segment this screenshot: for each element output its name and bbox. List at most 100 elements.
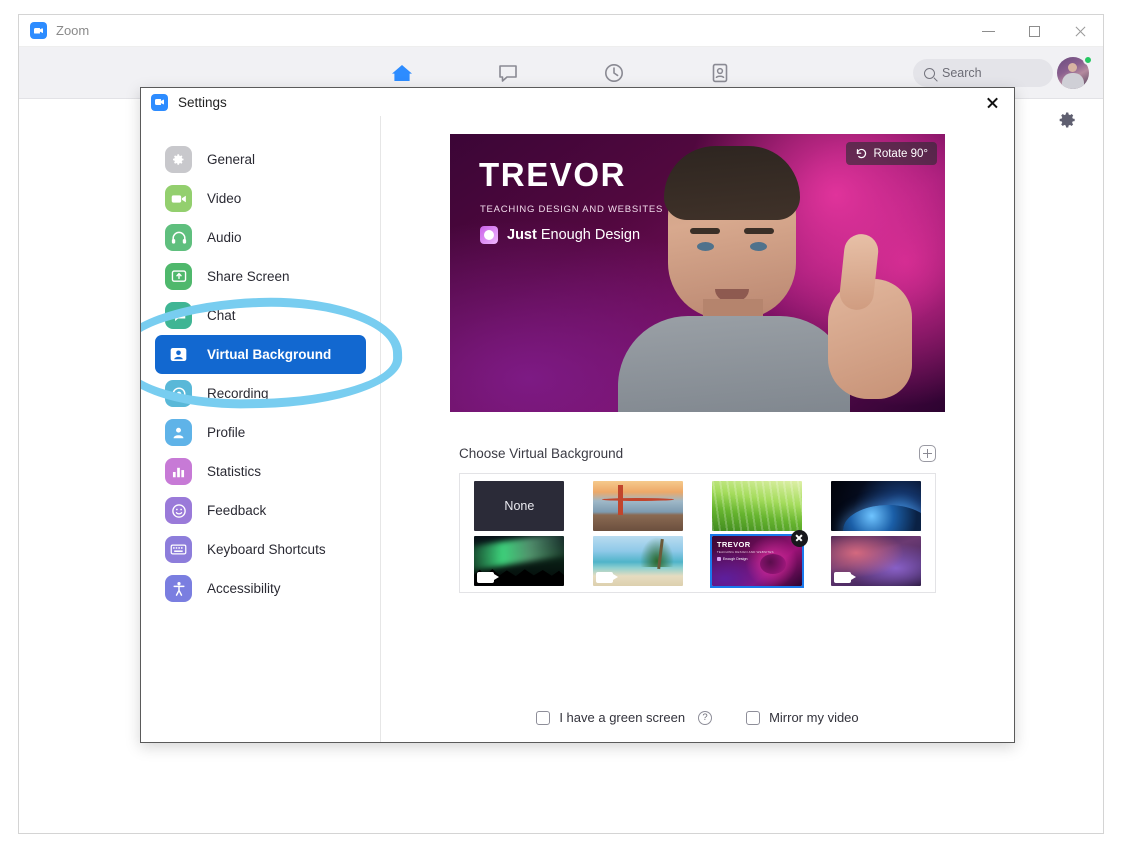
sidebar-item-virtual-background[interactable]: Virtual Background: [155, 335, 366, 374]
thumb-decor-blob: [760, 554, 786, 574]
sidebar-item-profile[interactable]: Profile: [155, 413, 366, 452]
brand-rest: Enough Design: [537, 227, 640, 243]
mirror-video-option[interactable]: Mirror my video: [746, 710, 859, 725]
rotate-icon: [855, 147, 868, 160]
background-thumb-earth-space[interactable]: [831, 481, 921, 531]
sidebar-item-share-screen[interactable]: Share Screen: [155, 257, 366, 296]
preview-overlay-name: TREVOR: [479, 156, 626, 194]
thumb-brand-text: Enough Design: [723, 557, 748, 561]
minimize-icon: [982, 31, 995, 32]
thumb-art: [831, 481, 921, 531]
home-icon: [390, 61, 414, 85]
sidebar-item-label: Statistics: [207, 464, 261, 479]
settings-dialog: Settings General Video: [140, 87, 1015, 743]
search-icon: [924, 68, 935, 79]
sidebar-item-accessibility[interactable]: Accessibility: [155, 569, 366, 608]
thumb-surface: [712, 481, 802, 531]
thumb-surface: None: [474, 481, 564, 531]
sidebar-item-chat[interactable]: Chat: [155, 296, 366, 335]
thumb-art: [593, 481, 683, 531]
footer-options: I have a green screen ? Mirror my video: [381, 710, 1014, 725]
close-icon: [1074, 25, 1087, 38]
thumb-surface: TREVOR TEACHING DESIGN AND WEBSITES Enou…: [712, 536, 802, 586]
thumb-none-label: None: [504, 499, 534, 513]
sidebar-item-audio[interactable]: Audio: [155, 218, 366, 257]
settings-close-button[interactable]: [970, 88, 1014, 116]
preview-shirt: [618, 316, 850, 412]
accessibility-icon: [165, 575, 192, 602]
sidebar-item-statistics[interactable]: Statistics: [155, 452, 366, 491]
preview-person-hair: [664, 146, 800, 220]
background-thumb-nebula-video[interactable]: [831, 536, 921, 586]
background-thumb-beach-video[interactable]: [593, 536, 683, 586]
preview-eye-right: [750, 242, 767, 251]
person-icon: [165, 419, 192, 446]
share-screen-icon: [165, 263, 192, 290]
sidebar-item-label: Share Screen: [207, 269, 290, 284]
zoom-titlebar: Zoom: [19, 15, 1103, 47]
headphones-icon: [165, 224, 192, 251]
sidebar-item-label: Accessibility: [207, 581, 281, 596]
preview-brow-left: [690, 228, 720, 234]
delete-background-button[interactable]: [791, 530, 808, 547]
main-settings-gear-button[interactable]: [1055, 107, 1081, 133]
virtual-background-panel: TREVOR TEACHING DESIGN AND WEBSITES Just…: [381, 116, 1014, 742]
background-thumb-grass[interactable]: [712, 481, 802, 531]
background-thumb-golden-gate[interactable]: [593, 481, 683, 531]
video-camera-icon: [165, 185, 192, 212]
background-thumb-aurora-video[interactable]: [474, 536, 564, 586]
background-thumb-none[interactable]: None: [474, 481, 564, 531]
zoom-camera-icon: [30, 22, 47, 39]
person-card-icon: [165, 341, 192, 368]
green-screen-option[interactable]: I have a green screen ?: [536, 710, 712, 725]
window-title: Zoom: [56, 23, 89, 38]
keyboard-icon: [165, 536, 192, 563]
search-placeholder: Search: [942, 66, 982, 80]
record-icon: [165, 380, 192, 407]
window-controls: [965, 15, 1103, 47]
sidebar-item-label: Keyboard Shortcuts: [207, 542, 326, 557]
background-thumb-trevor-custom[interactable]: TREVOR TEACHING DESIGN AND WEBSITES Enou…: [712, 536, 802, 586]
mirror-video-checkbox[interactable]: [746, 711, 760, 725]
thumb-surface: [593, 481, 683, 531]
help-icon[interactable]: ?: [698, 711, 712, 725]
preview-eye-left: [697, 242, 714, 251]
sidebar-item-label: Chat: [207, 308, 236, 323]
contact-card-icon: [708, 61, 732, 85]
add-background-icon[interactable]: [919, 445, 936, 462]
minimize-button[interactable]: [965, 15, 1011, 47]
sidebar-item-label: Virtual Background: [207, 347, 331, 362]
sidebar-item-label: Video: [207, 191, 241, 206]
green-screen-checkbox[interactable]: [536, 711, 550, 725]
sidebar-item-keyboard-shortcuts[interactable]: Keyboard Shortcuts: [155, 530, 366, 569]
brand-square-icon: [480, 226, 498, 244]
sidebar-item-video[interactable]: Video: [155, 179, 366, 218]
close-button[interactable]: [1057, 15, 1103, 47]
search-input[interactable]: Search: [913, 59, 1053, 87]
clock-icon: [602, 61, 626, 85]
bar-chart-icon: [165, 458, 192, 485]
maximize-icon: [1029, 26, 1040, 37]
sidebar-item-feedback[interactable]: Feedback: [155, 491, 366, 530]
preview-overlay-brand: Just Enough Design: [480, 226, 640, 244]
choose-background-title: Choose Virtual Background: [459, 446, 623, 461]
settings-titlebar: Settings: [141, 88, 1014, 116]
gear-icon: [165, 146, 192, 173]
settings-dialog-title: Settings: [178, 95, 227, 110]
choose-background-header: Choose Virtual Background: [459, 445, 936, 462]
sidebar-item-recording[interactable]: Recording: [155, 374, 366, 413]
rotate-button-label: Rotate 90°: [874, 148, 928, 160]
video-preview: TREVOR TEACHING DESIGN AND WEBSITES Just…: [450, 134, 945, 412]
brand-bold: Just: [507, 227, 537, 243]
smiley-icon: [165, 497, 192, 524]
sidebar-item-label: Profile: [207, 425, 245, 440]
thumb-overlay-tagline: TEACHING DESIGN AND WEBSITES: [717, 550, 774, 554]
thumb-art: [712, 481, 802, 531]
preview-overlay-tagline: TEACHING DESIGN AND WEBSITES: [480, 204, 663, 215]
rotate-90-button[interactable]: Rotate 90°: [846, 142, 937, 165]
background-thumbnail-grid: None: [459, 473, 936, 593]
zoom-application-window: Zoom: [18, 14, 1104, 834]
maximize-button[interactable]: [1011, 15, 1057, 47]
sidebar-item-general[interactable]: General: [155, 140, 366, 179]
green-screen-label: I have a green screen: [559, 710, 685, 725]
